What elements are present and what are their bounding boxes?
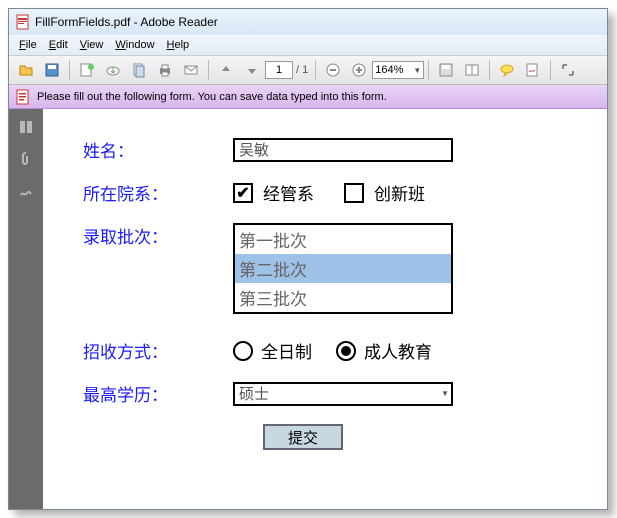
menu-edit[interactable]: Edit (43, 37, 74, 53)
batch-opt3[interactable]: 第三批次 (235, 283, 451, 312)
sign-icon[interactable] (522, 59, 544, 81)
page-number-input[interactable] (265, 61, 293, 79)
window-title: FillFormFields.pdf - Adobe Reader (35, 15, 218, 29)
dept-checkbox-1[interactable]: ✔ (233, 183, 253, 203)
menu-file[interactable]: File (13, 37, 43, 53)
comment-icon[interactable] (496, 59, 518, 81)
infobar: Please fill out the following form. You … (9, 85, 607, 109)
separator (208, 60, 209, 80)
mode-opt2-label: 成人教育 (364, 338, 432, 363)
open-icon[interactable] (15, 59, 37, 81)
separator (69, 60, 70, 80)
book-icon[interactable] (461, 59, 483, 81)
batch-listbox[interactable]: 第一批次 第二批次 第三批次 (233, 223, 453, 314)
edu-select[interactable]: 硕士▼ (233, 382, 453, 406)
edu-label: 最高学历： (83, 381, 233, 406)
zoom-level-select[interactable]: 164%▼ (372, 61, 424, 79)
mode-label: 招收方式： (83, 338, 233, 363)
toolbar: / 1 164%▼ (9, 55, 607, 85)
page-up-icon[interactable] (215, 59, 237, 81)
email-icon[interactable] (180, 59, 202, 81)
chevron-down-icon: ▼ (441, 389, 449, 398)
menu-view[interactable]: View (74, 37, 110, 53)
batch-label: 录取批次： (83, 223, 233, 248)
fullscreen-icon[interactable] (557, 59, 579, 81)
separator (550, 60, 551, 80)
pages-icon[interactable] (128, 59, 150, 81)
dept-label: 所在院系： (83, 180, 233, 205)
page-down-icon[interactable] (241, 59, 263, 81)
separator (315, 60, 316, 80)
separator (428, 60, 429, 80)
mode-radio-1[interactable] (233, 341, 253, 361)
cloud-icon[interactable] (102, 59, 124, 81)
document-page: 姓名： 所在院系： ✔ 经管系 创新班 录取批次： 第一批次 第二批次 (43, 109, 607, 509)
zoom-in-icon[interactable] (348, 59, 370, 81)
infobar-message: Please fill out the following form. You … (37, 91, 387, 103)
menu-window[interactable]: Window (109, 37, 160, 53)
zoom-out-icon[interactable] (322, 59, 344, 81)
batch-opt1[interactable]: 第一批次 (235, 225, 451, 254)
signatures-icon[interactable] (16, 181, 36, 201)
form-info-icon (15, 89, 31, 105)
separator (489, 60, 490, 80)
dept-opt2-label: 创新班 (374, 180, 425, 205)
titlebar: FillFormFields.pdf - Adobe Reader (9, 9, 607, 35)
page-total: / 1 (296, 64, 308, 76)
note-icon[interactable] (76, 59, 98, 81)
mode-opt1-label: 全日制 (261, 338, 312, 363)
name-label: 姓名： (83, 137, 233, 162)
submit-button[interactable]: 提交 (263, 424, 343, 450)
print-icon[interactable] (154, 59, 176, 81)
name-field[interactable] (233, 138, 453, 162)
batch-opt2[interactable]: 第二批次 (235, 254, 451, 283)
mode-radio-2[interactable] (336, 341, 356, 361)
dept-opt1-label: 经管系 (263, 180, 314, 205)
attachments-icon[interactable] (16, 149, 36, 169)
save-copy-icon[interactable] (435, 59, 457, 81)
menu-help[interactable]: Help (161, 37, 196, 53)
sidebar (9, 109, 43, 509)
menubar: File Edit View Window Help (9, 35, 607, 55)
save-icon[interactable] (41, 59, 63, 81)
dept-checkbox-2[interactable] (344, 183, 364, 203)
pdf-icon (15, 14, 31, 30)
thumbnails-icon[interactable] (16, 117, 36, 137)
